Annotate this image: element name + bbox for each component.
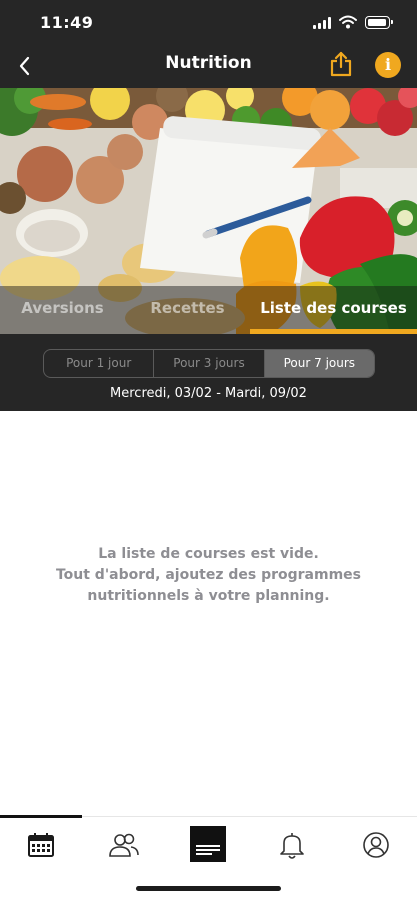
wifi-icon [339, 15, 357, 29]
users-icon[interactable] [104, 829, 144, 861]
battery-icon [365, 16, 393, 29]
calendar-icon[interactable] [21, 829, 61, 861]
profile-icon[interactable] [356, 829, 396, 861]
period-selector: Pour 1 jour Pour 3 jours Pour 7 jours [43, 349, 375, 378]
tab-liste-des-courses[interactable]: Liste des courses [250, 286, 417, 334]
tab-aversions[interactable]: Aversions [0, 286, 125, 334]
empty-state-line: nutritionnels à votre planning. [87, 588, 330, 604]
menu-card-icon[interactable] [188, 825, 228, 863]
tab-recettes[interactable]: Recettes [125, 286, 250, 334]
active-tab-line [0, 815, 82, 818]
empty-state-line: Tout d'abord, ajoutez des programmes [55, 567, 362, 583]
signal-icon [313, 17, 333, 29]
date-range: Mercredi, 03/02 - Mardi, 09/02 [110, 386, 307, 401]
nav-bar: Nutrition i [0, 44, 417, 88]
period-option-3-days[interactable]: Pour 3 jours [154, 350, 265, 377]
back-button[interactable] [12, 50, 40, 82]
info-icon[interactable]: i [375, 52, 401, 78]
period-option-1-day[interactable]: Pour 1 jour [44, 350, 155, 377]
bell-icon[interactable] [272, 829, 312, 861]
period-option-7-days[interactable]: Pour 7 jours [264, 350, 374, 377]
status-time: 11:49 [40, 13, 94, 32]
empty-state-message: La liste de courses est vide. Tout d'abo… [0, 544, 417, 607]
empty-state-line: La liste de courses est vide. [98, 546, 319, 562]
status-bar: 11:49 [0, 0, 417, 44]
nutrition-tabs: Aversions Recettes Liste des courses [0, 286, 417, 334]
home-indicator [136, 886, 281, 891]
share-icon[interactable] [327, 49, 355, 79]
active-tab-indicator [250, 329, 417, 334]
